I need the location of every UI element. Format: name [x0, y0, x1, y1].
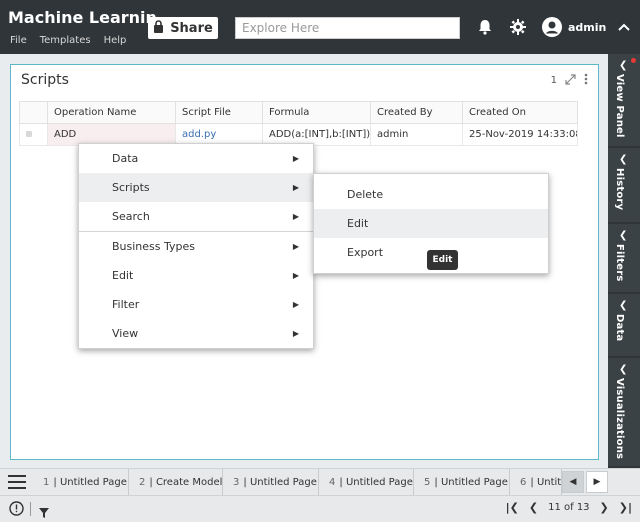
tabs-scroll-right-icon[interactable]: ▶ [586, 471, 608, 493]
right-side-panel: ❮ View Panel ❮ History ❮ Filters ❮ Data … [608, 54, 640, 468]
table-header-row: Operation Name Script File Formula Creat… [19, 101, 578, 124]
page-tab[interactable]: 3 | Untitled Page [223, 469, 319, 496]
prev-page-icon[interactable]: ❮ [529, 501, 538, 514]
search-input[interactable] [235, 17, 460, 39]
page-tab[interactable]: 5 | Untitled Page [414, 469, 510, 496]
top-header: Machine Learning Brief File Templates He… [0, 0, 640, 54]
tab-filters[interactable]: ❮ Filters [608, 224, 640, 294]
menu-item-scripts[interactable]: Scripts ▶ [79, 173, 313, 202]
menu-item-edit[interactable]: Edit ▶ [79, 261, 313, 290]
next-page-icon[interactable]: ❯ [600, 501, 609, 514]
column-header-operation-name[interactable]: Operation Name [47, 101, 176, 124]
chevron-right-icon: ▶ [292, 271, 299, 280]
app-window: Machine Learning Brief File Templates He… [0, 0, 640, 522]
info-icon[interactable] [9, 501, 24, 520]
column-header-formula[interactable]: Formula [262, 101, 371, 124]
chevron-right-icon: ▶ [292, 300, 299, 309]
column-header-script-file[interactable]: Script File [175, 101, 263, 124]
page-tabs-bar: 1 | Untitled Page 2 | Create Model 3 | Unti… [0, 468, 640, 496]
first-page-icon[interactable]: |❮ [506, 501, 519, 514]
panel-title: Scripts [21, 72, 69, 88]
status-bar: |❮ ❮ 11 of 13 ❯ ❯| [0, 495, 640, 522]
share-button[interactable]: Share [148, 17, 218, 39]
chevron-left-icon: ❮ [619, 300, 628, 311]
column-header-select [19, 101, 48, 124]
panel-tools: 1 [551, 73, 588, 88]
share-label: Share [170, 20, 213, 36]
menu-templates[interactable]: Templates [40, 35, 91, 46]
chevron-right-icon: ▶ [292, 329, 299, 338]
app-title: Machine Learning Brief [8, 8, 158, 27]
page-tab[interactable]: 2 | Create Model [129, 469, 223, 496]
page-tab[interactable]: 4 | Untitled Page [319, 469, 414, 496]
menu-bar: File Templates Help [10, 35, 126, 46]
menu-item-filter[interactable]: Filter ▶ [79, 290, 313, 319]
page-tab[interactable]: 1 | Untitled Page [33, 469, 129, 496]
page-tab[interactable]: 6| Untitled Page [510, 469, 562, 496]
hamburger-menu-icon[interactable] [8, 475, 26, 489]
menu-file[interactable]: File [10, 35, 27, 46]
tab-history[interactable]: ❮ History [608, 148, 640, 224]
tooltip: Edit [427, 250, 458, 270]
context-menu: Data ▶ Scripts ▶ Search ▶ Business Types ▶ E… [78, 143, 314, 349]
filter-icon[interactable] [38, 504, 50, 522]
record-count: 1 [550, 75, 557, 86]
menu-item-business-types[interactable]: Business Types ▶ [79, 232, 313, 261]
expand-icon[interactable] [565, 73, 576, 88]
tabs-scroll-left-icon[interactable]: ◀ [562, 471, 584, 493]
chevron-right-icon: ▶ [292, 183, 299, 192]
gear-icon[interactable] [507, 16, 529, 38]
tab-view-panel[interactable]: ❮ View Panel [608, 54, 640, 148]
submenu-item-delete[interactable]: Delete [314, 180, 548, 209]
status-divider [30, 502, 31, 516]
last-page-icon[interactable]: ❯| [619, 501, 632, 514]
cell-created-by[interactable]: admin [370, 123, 463, 146]
user-avatar-icon[interactable] [541, 16, 563, 38]
row-marker-icon [26, 131, 32, 137]
more-options-icon[interactable] [584, 73, 588, 88]
tab-data[interactable]: ❮ Data [608, 294, 640, 358]
chevron-left-icon: ❮ [619, 60, 628, 71]
lock-icon [153, 19, 164, 37]
scripts-table: Operation Name Script File Formula Creat… [19, 101, 578, 146]
column-header-created-on[interactable]: Created On [462, 101, 578, 124]
column-header-created-by[interactable]: Created By [370, 101, 463, 124]
menu-item-view[interactable]: View ▶ [79, 319, 313, 348]
cell-created-on[interactable]: 25-Nov-2019 14:33:08 IST [462, 123, 578, 146]
chevron-up-icon[interactable] [613, 16, 635, 38]
bell-icon[interactable] [474, 16, 496, 38]
tab-visualizations[interactable]: ❮ Visualizations [608, 358, 640, 468]
chevron-left-icon: ❮ [619, 230, 628, 241]
chevron-right-icon: ▶ [292, 242, 299, 251]
chevron-left-icon: ❮ [619, 364, 628, 375]
user-name[interactable]: admin [568, 21, 606, 34]
menu-item-data[interactable]: Data ▶ [79, 144, 313, 173]
menu-help[interactable]: Help [104, 35, 127, 46]
row-select-cell[interactable] [19, 123, 48, 146]
chevron-right-icon: ▶ [292, 212, 299, 221]
menu-item-search[interactable]: Search ▶ [79, 202, 313, 231]
submenu-item-edit[interactable]: Edit [314, 209, 548, 238]
chevron-right-icon: ▶ [292, 154, 299, 163]
page-indicator: 11 of 13 [548, 502, 590, 513]
notification-dot [631, 58, 636, 63]
page-navigator: |❮ ❮ 11 of 13 ❯ ❯| [506, 501, 632, 514]
chevron-left-icon: ❮ [619, 154, 628, 165]
